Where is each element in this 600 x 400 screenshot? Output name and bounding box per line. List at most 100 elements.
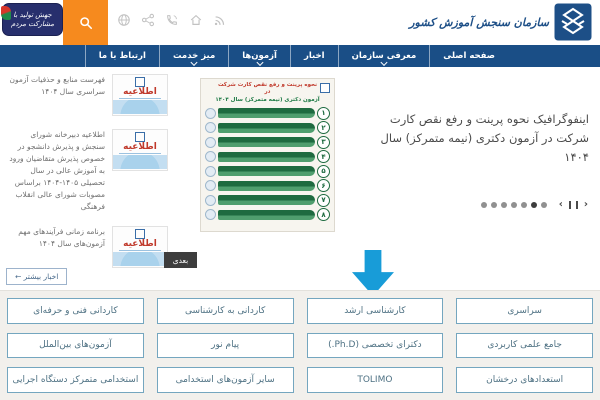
header-quick-icons <box>117 13 227 27</box>
step-icon <box>205 165 216 177</box>
step-number: ۸ <box>317 208 330 222</box>
nav-item[interactable]: آزمون‌ها <box>228 45 290 67</box>
infographic-title: نحوه پرینت و رفع نقص کارت شرکت در آزمون … <box>205 82 330 104</box>
notice-dome-ornament <box>113 154 167 169</box>
news-item-title: فهرست منابع و حذفیات آزمون سراسری سال ۱۴… <box>9 75 105 96</box>
exam-category-button[interactable]: دکترای تخصصی (Ph.D.) <box>306 332 444 359</box>
step-bar <box>218 209 315 220</box>
sanjesh-logo-icon <box>554 3 592 41</box>
exam-category-button[interactable]: سراسری <box>456 298 593 324</box>
infographic-step-row: ۳ <box>205 135 330 149</box>
infographic-step-row: ۴ <box>205 150 330 164</box>
exam-buttons-grid: سراسری کارشناسی ارشد کاردانی به کارشناسی… <box>7 298 593 393</box>
slider-headline[interactable]: اینفوگرافیک نحوه پرینت و رفع نقص کارت شر… <box>375 110 589 167</box>
page: جهش تولید با مشارکت مردم سازمان سنجش آمو… <box>0 0 600 400</box>
infographic-step-row: ۲ <box>205 121 330 135</box>
home-icon[interactable] <box>189 13 203 27</box>
news-list: اطلاعیه فهرست منابع و حذفیات آزمون سراسر… <box>6 74 168 281</box>
notice-badge-image: اطلاعیه <box>112 74 168 116</box>
pager-dot[interactable] <box>510 202 517 208</box>
infographic-step-row: ۵ <box>205 164 330 178</box>
step-bar <box>218 180 315 191</box>
search-button[interactable] <box>63 0 108 45</box>
notice-emblem-icon <box>135 229 145 239</box>
infographic-image[interactable]: نحوه پرینت و رفع نقص کارت شرکت در آزمون … <box>200 78 335 232</box>
pager-dot[interactable] <box>540 202 547 208</box>
site-logo-text: سازمان سنجش آموزش کشور <box>409 15 549 29</box>
exam-category-button[interactable]: کارشناسی ارشد <box>306 298 444 324</box>
notice-badge-label: اطلاعیه <box>119 239 161 251</box>
news-list-item[interactable]: اطلاعیه برنامه زمانی فرآیندهای مهم آزمون… <box>6 226 168 268</box>
nav-item[interactable]: معرفی سازمان <box>337 45 430 67</box>
globe-icon[interactable] <box>117 13 131 27</box>
step-icon <box>205 209 216 221</box>
exam-links-section: سراسری کارشناسی ارشد کاردانی به کارشناسی… <box>0 290 600 400</box>
infographic-step-row: ۶ <box>205 179 330 193</box>
exam-category-button[interactable]: سایر آزمون‌های استخدامی <box>156 367 294 393</box>
news-item-title: برنامه زمانی فرآیندهای مهم آزمون‌های سال… <box>18 227 105 248</box>
exam-category-button[interactable]: کاردانی فنی و حرفه‌ای <box>7 298 144 324</box>
more-news-link[interactable]: اخبار بیشتر ← <box>6 268 68 285</box>
step-bar <box>218 122 315 133</box>
step-number: ۳ <box>317 135 330 149</box>
infographic-step-row: ۱ <box>205 106 330 120</box>
nav-item-label: ارتباط با ما <box>98 51 146 61</box>
notice-emblem-icon <box>135 77 145 87</box>
phone-icon[interactable] <box>165 13 179 27</box>
exam-category-button[interactable]: کاردانی به کارشناسی <box>156 298 294 324</box>
step-bar <box>218 166 315 177</box>
pager-dot[interactable] <box>520 202 527 208</box>
nav-item[interactable]: ارتباط با ما <box>84 45 159 67</box>
step-number: ۶ <box>317 179 330 193</box>
nav-item[interactable]: صفحه اصلی <box>429 45 508 67</box>
step-bar <box>218 151 315 162</box>
step-icon <box>205 180 216 192</box>
nav-item[interactable]: اخبار <box>289 45 338 67</box>
slider-prev-button[interactable]: ‹ <box>557 200 565 210</box>
exam-category-button[interactable]: TOLIMO <box>306 367 444 393</box>
notice-badge-image: اطلاعیه <box>112 129 168 171</box>
step-icon <box>205 107 216 119</box>
pager-dot[interactable] <box>530 202 537 208</box>
infographic-emblem-icon <box>320 83 330 93</box>
step-number: ۵ <box>317 164 330 178</box>
rss-icon[interactable] <box>213 13 227 27</box>
step-icon <box>205 136 216 148</box>
site-logo[interactable]: سازمان سنجش آموزش کشور <box>409 3 592 41</box>
exam-category-button[interactable]: پیام نور <box>156 332 294 359</box>
pager-dot[interactable] <box>490 202 497 208</box>
step-number: ۷ <box>317 193 330 207</box>
slider-next-button[interactable]: › <box>582 200 590 210</box>
exam-category-button[interactable]: استعدادهای درخشان <box>456 367 593 393</box>
slider-pause-button[interactable] <box>568 201 578 209</box>
pager-dot[interactable] <box>500 202 507 208</box>
exam-category-button[interactable]: آزمون‌های بین‌الملل <box>7 332 144 359</box>
news-item-title: اطلاعیه دبیرخانه شورای سنجش و پذیرش دانش… <box>9 130 105 211</box>
infographic-title-line1: نحوه پرینت و رفع نقص کارت شرکت در <box>217 82 318 96</box>
step-bar <box>218 195 315 206</box>
news-next-button[interactable]: بعدی <box>164 252 197 268</box>
nav-item[interactable]: میز خدمت <box>158 45 228 67</box>
share-icon[interactable] <box>141 13 155 27</box>
search-icon <box>79 16 92 29</box>
infographic-steps: ۱ ۲ ۳ ۴ ۵ ۶ ۷ ۸ <box>205 106 330 222</box>
notice-badge-image: اطلاعیه <box>112 226 168 268</box>
infographic-title-line2: آزمون دکتری (نیمه متمرکز) سال ۱۴۰۴ <box>215 96 320 103</box>
exam-category-button[interactable]: جامع علمی کاربردی <box>456 332 593 359</box>
news-list-item[interactable]: اطلاعیه فهرست منابع و حذفیات آزمون سراسر… <box>6 74 168 116</box>
header: جهش تولید با مشارکت مردم سازمان سنجش آمو… <box>0 0 600 45</box>
pager-dot[interactable] <box>480 202 487 208</box>
step-bar <box>218 108 315 119</box>
year-slogan-banner: جهش تولید با مشارکت مردم <box>1 3 63 36</box>
news-list-item[interactable]: اطلاعیه اطلاعیه دبیرخانه شورای سنجش و پذ… <box>6 129 168 213</box>
notice-badge-label: اطلاعیه <box>119 142 161 154</box>
step-number: ۱ <box>317 106 330 120</box>
notice-emblem-icon <box>135 132 145 142</box>
notice-dome-ornament <box>113 99 167 114</box>
step-icon <box>205 194 216 206</box>
exam-category-button[interactable]: استخدامی متمرکز دستگاه اجرایی <box>7 367 144 393</box>
infographic-step-row: ۸ <box>205 208 330 222</box>
nav-item-label: اخبار <box>303 51 325 61</box>
notice-badge-label: اطلاعیه <box>119 87 161 99</box>
pager-dots <box>480 202 547 208</box>
